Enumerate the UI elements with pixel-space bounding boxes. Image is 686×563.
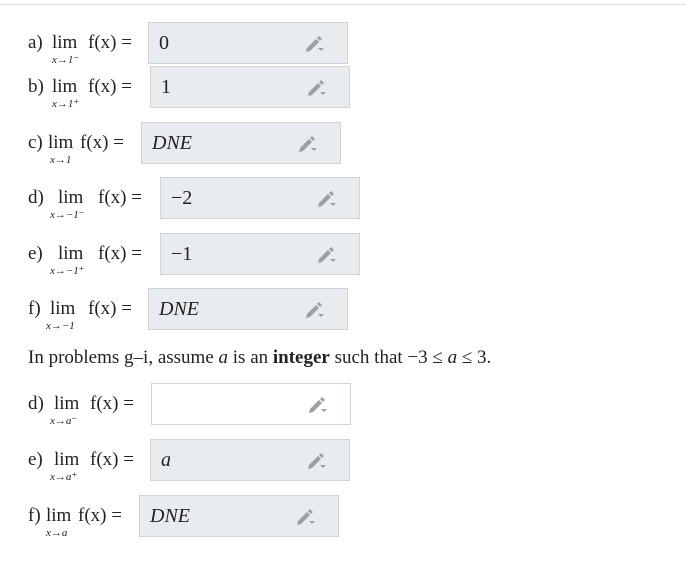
problem-label: a) [28, 32, 43, 53]
answer-input[interactable]: 0 [148, 22, 348, 64]
function-expression: f(x) = [90, 393, 134, 414]
lim-text: lim [58, 243, 84, 264]
problem-label: d) [28, 393, 44, 414]
lim-text: lim [58, 187, 84, 208]
function-expression: f(x) = [88, 76, 132, 97]
answer-value: −1 [171, 243, 193, 265]
problem-label: b) [28, 76, 44, 97]
answer-input[interactable]: a [150, 439, 350, 481]
function-expression: f(x) = [98, 187, 142, 208]
problem-label: c) [28, 132, 43, 153]
answer-input[interactable]: DNE [139, 495, 339, 537]
limit-subscript: x→a⁻ [50, 415, 78, 427]
limit-subscript: x→−1⁺ [50, 265, 85, 277]
pencil-icon[interactable] [305, 452, 327, 470]
pencil-icon[interactable] [315, 190, 337, 208]
top-divider [0, 4, 686, 5]
lim-text: lim [54, 393, 80, 414]
problem-f: f) lim x→−1 f(x) = DNE [28, 288, 358, 334]
problem-label: f) [28, 298, 41, 319]
limit-subscript: x→1⁺ [52, 98, 80, 110]
pencil-icon[interactable] [294, 508, 316, 526]
instruction-text: In problems g–i, assume a is an integer … [28, 346, 491, 370]
problem-e: e) lim x→−1⁺ f(x) = −1 [28, 233, 368, 279]
problem-a: a) lim x→1⁻ f(x) = 0 [28, 22, 358, 68]
limit-subscript: x→−1 [46, 320, 75, 332]
function-expression: f(x) = [88, 32, 132, 53]
problem-d: d) lim x→−1⁻ f(x) = −2 [28, 177, 368, 223]
answer-value: 1 [161, 76, 171, 98]
function-expression: f(x) = [90, 449, 134, 470]
pencil-icon[interactable] [296, 135, 318, 153]
pencil-icon[interactable] [315, 246, 337, 264]
answer-input[interactable]: DNE [141, 122, 341, 164]
pencil-icon[interactable] [305, 79, 327, 97]
function-expression: f(x) = [98, 243, 142, 264]
problem-g: d) lim x→a⁻ f(x) = [28, 383, 358, 429]
note-text: such that −3 ≤ [334, 347, 443, 368]
note-variable: a [218, 347, 229, 368]
answer-value: DNE [150, 505, 190, 527]
pencil-icon[interactable] [303, 301, 325, 319]
problem-i: f) lim x→a f(x) = DNE [28, 495, 348, 541]
answer-value: DNE [152, 132, 192, 154]
limit-subscript: x→−1⁻ [50, 209, 85, 221]
problem-c: c) lim x→1 f(x) = DNE [28, 122, 348, 168]
note-text: is an [232, 347, 269, 368]
limit-subscript: x→1⁻ [52, 54, 80, 66]
limit-subscript: x→1 [50, 154, 72, 166]
answer-value: −2 [171, 187, 193, 209]
note-text: ≤ 3. [461, 347, 492, 368]
problem-label: d) [28, 187, 44, 208]
answer-value: a [161, 449, 171, 471]
answer-input[interactable] [151, 383, 351, 425]
pencil-icon[interactable] [306, 396, 328, 414]
pencil-icon[interactable] [303, 35, 325, 53]
answer-value: DNE [159, 298, 199, 320]
function-expression: f(x) = [78, 505, 122, 526]
problem-b: b) lim x→1⁺ f(x) = 1 [28, 66, 358, 112]
function-expression: f(x) = [88, 298, 132, 319]
note-variable: a [447, 347, 458, 368]
lim-text: lim [48, 132, 74, 153]
lim-text: lim [52, 32, 78, 53]
lim-text: lim [54, 449, 80, 470]
answer-input[interactable]: 1 [150, 66, 350, 108]
answer-input[interactable]: DNE [148, 288, 348, 330]
problem-label: f) [28, 505, 41, 526]
limit-subscript: x→a [46, 527, 68, 539]
answer-input[interactable]: −2 [160, 177, 360, 219]
problem-label: e) [28, 243, 43, 264]
function-expression: f(x) = [80, 132, 124, 153]
note-emphasis: integer [272, 347, 330, 368]
limit-subscript: x→a⁺ [50, 471, 78, 483]
lim-text: lim [46, 505, 72, 526]
note-text: In problems g–i, assume [28, 347, 214, 368]
answer-value: 0 [159, 32, 169, 54]
answer-input[interactable]: −1 [160, 233, 360, 275]
problem-label: e) [28, 449, 43, 470]
lim-text: lim [52, 76, 78, 97]
problem-h: e) lim x→a⁺ f(x) = a [28, 439, 358, 485]
lim-text: lim [50, 298, 76, 319]
